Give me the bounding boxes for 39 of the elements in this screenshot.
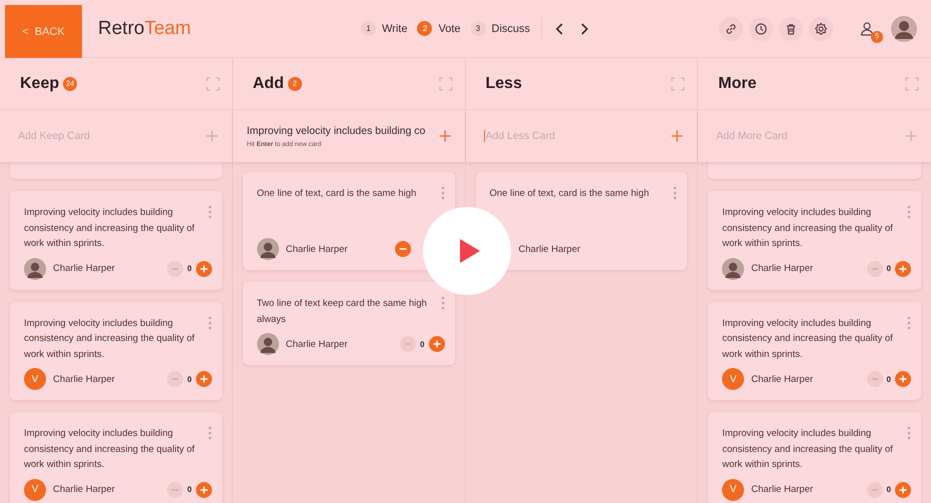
author-name: Charlie Harper — [53, 374, 115, 384]
vote-count: 0 — [886, 485, 891, 494]
card-text: Improving velocity includes building consistency and increasing the quality of work within sprints. — [24, 316, 196, 362]
column-title: More — [718, 74, 756, 92]
step-tab[interactable]: 2 Vote — [414, 19, 464, 38]
card-text: One line of text, card is the same high — [256, 187, 416, 201]
author-name: Charlie Harper — [286, 244, 348, 254]
card-text: One line of text, card is the same high — [490, 187, 649, 201]
column-title: Add — [252, 74, 284, 92]
vote-count: 0 — [886, 264, 891, 273]
logo-text: Retro — [98, 18, 144, 38]
author-name: Charlie Harper — [53, 484, 115, 495]
card-text: Improving velocity includes building consistency and increasing the quality of work within sprints. — [24, 427, 196, 472]
vote-count: 0 — [420, 340, 424, 348]
card-text: Improving velocity includes building consistency and increasing the quality of work within sprints. — [722, 316, 894, 362]
vote-count: 0 — [187, 485, 192, 494]
card-text: Improving velocity includes building consistency and increasing the quality of work within sprints. — [722, 427, 894, 472]
avatar-initial: V — [722, 368, 744, 390]
card-text: Improving velocity includes building consistency and increasing the quality of work within sprints. — [722, 206, 894, 251]
author-name: Charlie Harper — [751, 484, 814, 495]
avatar-initial: V — [24, 478, 46, 500]
avatar-initial: V — [722, 478, 744, 500]
vote-count: 0 — [886, 374, 891, 384]
card-text: Two line of text keep card the same high always — [256, 297, 428, 326]
author-name: Charlie Harper — [286, 338, 348, 350]
author-name: Charlie Harper — [53, 263, 115, 274]
vote-count: 0 — [187, 264, 192, 273]
step-tab[interactable]: 1 Write — [358, 19, 410, 38]
author-name: Charlie Harper — [751, 263, 814, 274]
vote-count: 0 — [187, 374, 192, 384]
author-name: Charlie Harper — [751, 374, 814, 384]
column-title: Keep — [20, 74, 60, 92]
column-title: Less — [486, 74, 522, 92]
step-tab[interactable]: 3 Discuss — [468, 19, 534, 38]
avatar-initial: V — [24, 368, 46, 390]
author-name: Charlie Harper — [518, 244, 580, 254]
card-input[interactable]: Improving velocity includes building co — [246, 124, 438, 136]
card-text: Improving velocity includes building consistency and increasing the quality of work within sprints. — [24, 206, 196, 251]
logo-text: Team — [144, 18, 191, 38]
